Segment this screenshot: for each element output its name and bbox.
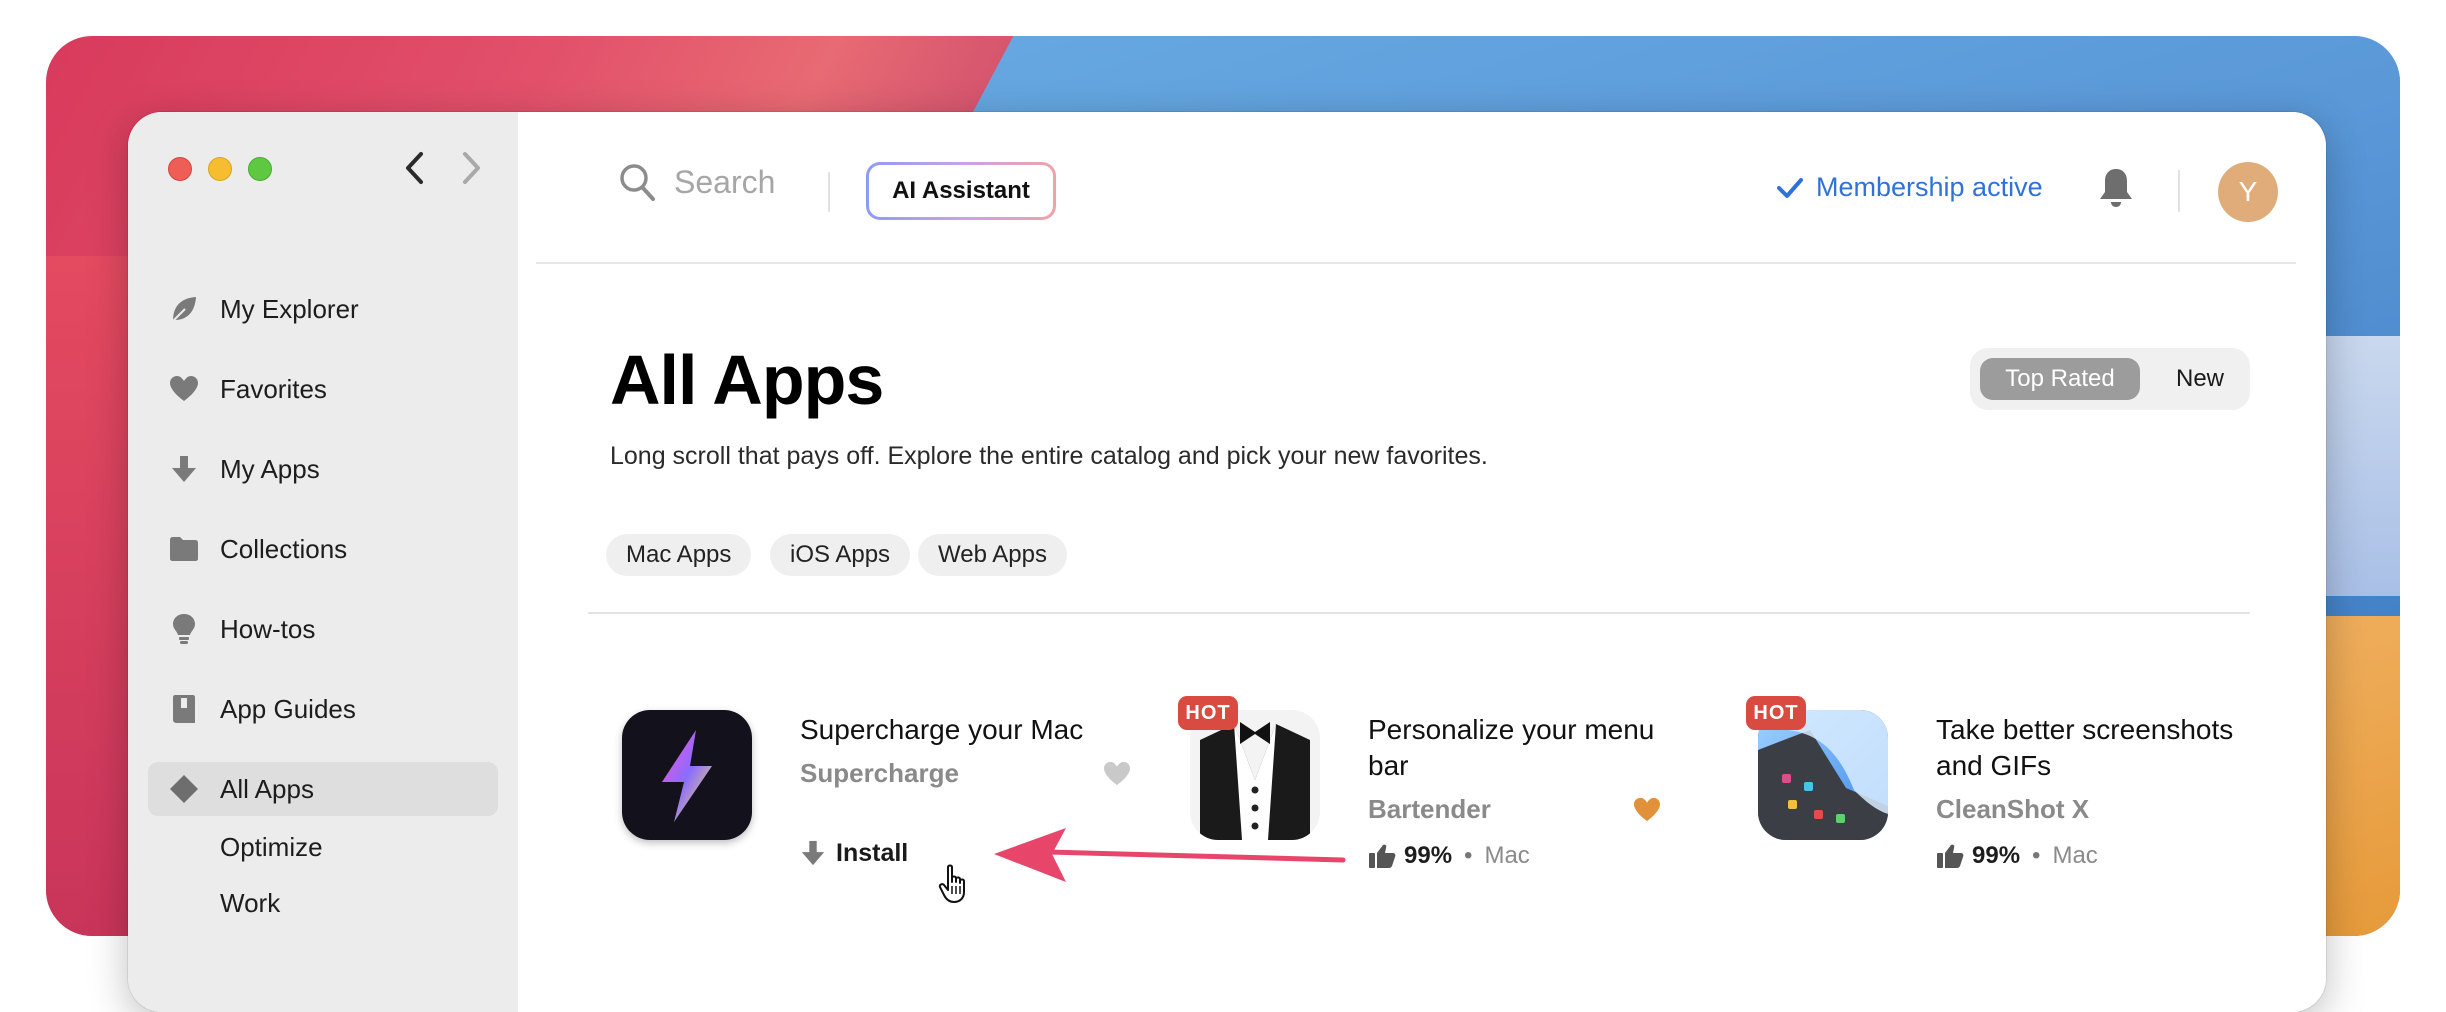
filter-mac-apps[interactable]: Mac Apps [606,534,752,576]
sidebar-item-label: How-tos [220,613,316,644]
forward-button[interactable] [456,148,486,188]
install-label: Install [836,838,909,867]
sort-toggle: Top Rated New [1970,348,2250,410]
favorite-heart-icon[interactable] [1632,797,1662,823]
search-placeholder: Search [674,163,776,200]
checkmark-icon [1777,177,1803,198]
favorite-heart-icon[interactable] [1102,761,1132,787]
maximize-window-button[interactable] [248,157,272,181]
sidebar-item-app-guides[interactable]: App Guides [148,682,498,736]
separator-dot: • [1464,842,1473,869]
main-content: Search AI Assistant Membership active Y … [518,112,2326,1012]
sidebar-item-my-apps[interactable]: My Apps [148,442,498,496]
header-separator [536,262,2296,264]
notifications-button[interactable] [2096,166,2136,215]
sidebar-item-favorites[interactable]: Favorites [148,362,498,416]
close-window-button[interactable] [168,157,192,181]
app-card-title[interactable]: Personalize your menu bar [1368,712,1698,784]
app-card-name[interactable]: Bartender [1368,794,1491,825]
user-avatar[interactable]: Y [2218,162,2278,222]
sidebar-item-my-explorer[interactable]: My Explorer [148,282,498,336]
sidebar-subitem-work[interactable]: Work [220,888,280,919]
page-subtitle: Long scroll that pays off. Explore the e… [610,442,1488,470]
app-card-title[interactable]: Take better screenshots and GIFs [1936,712,2246,784]
lightning-bolt-icon [662,730,712,822]
hot-badge: HOT [1178,696,1238,730]
sidebar-item-how-tos[interactable]: How-tos [148,602,498,656]
download-arrow-icon [166,451,202,487]
diamond-icon [166,771,202,807]
thumbs-up-icon [1937,844,1964,868]
platform-label: Mac [2052,842,2098,869]
header-divider [2178,170,2180,212]
membership-status[interactable]: Membership active [1776,172,2043,203]
sidebar: My Explorer Favorites My Apps Collection… [128,112,518,1012]
book-icon [166,691,202,727]
back-button[interactable] [400,148,430,188]
hot-badge: HOT [1746,696,1806,730]
leaf-icon [166,291,202,327]
supercharge-app-icon[interactable] [622,710,752,840]
annotation-arrow [994,828,1346,882]
sort-new[interactable]: New [2160,358,2240,400]
hand-cursor-icon [938,864,965,903]
app-card-name[interactable]: CleanShot X [1936,794,2089,825]
ai-assistant-button[interactable]: AI Assistant [866,162,1056,220]
sidebar-item-label: App Guides [220,693,356,724]
download-arrow-icon [801,840,825,866]
sidebar-subitem-optimize[interactable]: Optimize [220,832,323,863]
app-card-stats: 99% • Mac [1936,842,2098,870]
rating-value: 99% [1404,842,1453,869]
search-icon [620,164,655,201]
app-card-name[interactable]: Supercharge [800,758,959,789]
folder-icon [166,531,202,567]
page-title: All Apps [610,341,884,419]
thumbs-up-icon [1369,844,1396,868]
filter-web-apps[interactable]: Web Apps [918,534,1067,576]
membership-label: Membership active [1816,172,2043,202]
separator-dot: • [2032,842,2041,869]
chevron-left-icon [406,152,423,184]
search-field[interactable]: Search [618,162,775,202]
chevron-right-icon [463,152,480,184]
sidebar-item-collections[interactable]: Collections [148,522,498,576]
rating-value: 99% [1972,842,2021,869]
section-separator [588,612,2250,614]
filter-ios-apps[interactable]: iOS Apps [770,534,911,576]
sort-top-rated[interactable]: Top Rated [1980,358,2140,400]
heart-icon [166,371,202,407]
header-divider [828,172,830,212]
lightbulb-icon [166,611,202,647]
sidebar-item-label: Favorites [220,373,327,404]
app-window: My Explorer Favorites My Apps Collection… [128,112,2326,1012]
ai-assistant-label: AI Assistant [869,165,1053,217]
sidebar-item-label: My Explorer [220,293,359,324]
sidebar-item-all-apps[interactable]: All Apps [148,762,498,816]
app-card-stats: 99% • Mac [1368,842,1530,870]
platform-label: Mac [1484,842,1530,869]
app-card-title[interactable]: Supercharge your Mac [800,712,1120,748]
install-button[interactable]: Install [800,838,908,868]
sidebar-item-label: All Apps [220,773,314,804]
bell-icon [2100,169,2132,207]
sidebar-item-label: Collections [220,533,348,564]
sidebar-item-label: My Apps [220,453,320,484]
minimize-window-button[interactable] [208,157,232,181]
